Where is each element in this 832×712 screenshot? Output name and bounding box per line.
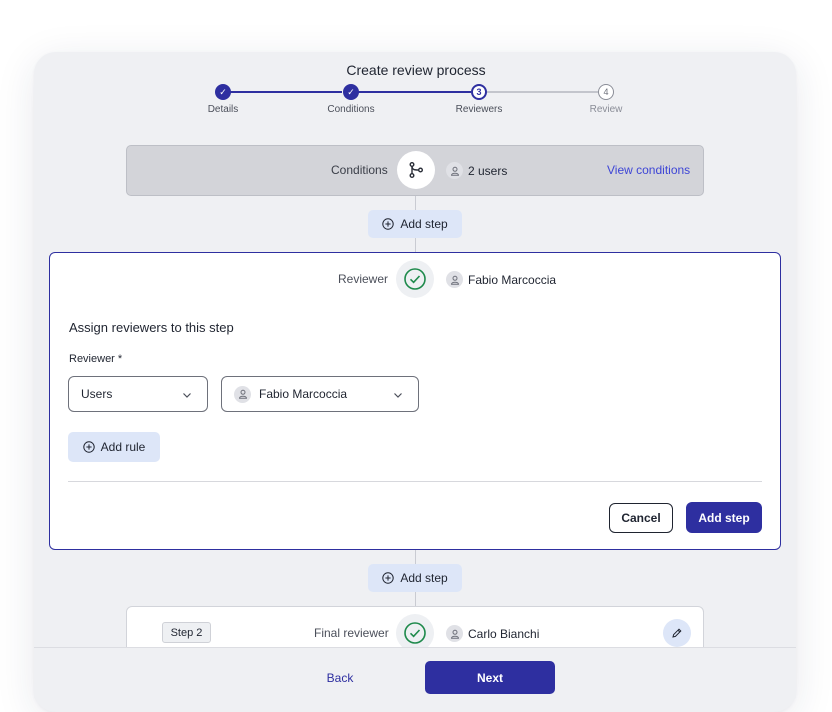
reviewer-role-label: Reviewer <box>338 272 389 286</box>
conditions-label: Conditions <box>331 163 388 177</box>
assigned-reviewer: Fabio Marcoccia <box>446 271 556 288</box>
plus-circle-icon <box>382 572 395 584</box>
stepper-connector <box>230 91 342 93</box>
step-review-label: Review <box>589 104 623 115</box>
reviewer-person-value: Fabio Marcoccia <box>259 387 348 401</box>
step-details-marker[interactable]: ✓ <box>215 84 231 100</box>
step-conditions-label[interactable]: Conditions <box>306 104 396 115</box>
step-badge: Step 2 <box>162 622 211 643</box>
step-review-marker: 4 <box>598 84 614 100</box>
stepper-connector <box>358 91 471 93</box>
chevron-down-icon <box>394 393 402 398</box>
final-reviewer-label: Final reviewer <box>314 626 389 640</box>
branch-icon <box>397 151 435 189</box>
reviewer-person-select[interactable]: Fabio Marcoccia <box>221 376 419 412</box>
step-details-label[interactable]: Details <box>178 104 268 115</box>
flow-connector <box>415 238 416 252</box>
step-conditions-marker[interactable]: ✓ <box>343 84 359 100</box>
add-step-label: Add step <box>400 571 448 585</box>
add-step-button[interactable]: Add step <box>368 210 462 238</box>
modal-footer <box>34 647 796 698</box>
assign-reviewers-heading: Assign reviewers to this step <box>69 320 234 335</box>
user-icon <box>446 162 463 179</box>
chevron-down-icon <box>183 393 191 398</box>
plus-circle-icon <box>382 218 395 230</box>
conditions-users-count: 2 users <box>468 163 508 178</box>
divider <box>68 481 762 482</box>
flow-connector <box>415 550 416 564</box>
reviewer-type-select[interactable]: Users <box>68 376 208 412</box>
assigned-reviewer-name: Fabio Marcoccia <box>468 272 557 287</box>
back-button[interactable]: Back <box>312 664 368 692</box>
plus-circle-icon <box>82 441 95 453</box>
check-circle-icon <box>396 260 434 298</box>
user-icon <box>446 625 463 642</box>
add-step-button[interactable]: Add step <box>368 564 462 592</box>
add-rule-label: Add rule <box>100 440 146 454</box>
reviewer-field-label: Reviewer * <box>69 353 123 365</box>
conditions-users: 2 users <box>446 162 507 179</box>
user-icon <box>234 385 251 403</box>
flow-connector <box>415 592 416 606</box>
edit-step-button[interactable] <box>663 619 691 647</box>
add-step-label: Add step <box>400 217 448 231</box>
next-button[interactable]: Next <box>425 661 555 694</box>
stepper-connector <box>487 91 598 93</box>
step-reviewers-marker[interactable]: 3 <box>471 84 487 100</box>
cancel-button[interactable]: Cancel <box>609 503 673 533</box>
view-conditions-link[interactable]: View conditions <box>607 163 690 177</box>
add-rule-button[interactable]: Add rule <box>68 432 160 462</box>
pencil-icon <box>672 628 682 638</box>
page-title: Create review process <box>346 62 486 78</box>
final-reviewer-name: Carlo Bianchi <box>468 626 540 641</box>
final-reviewer: Carlo Bianchi <box>446 625 539 642</box>
step-reviewers-label[interactable]: Reviewers <box>434 104 524 115</box>
user-icon <box>446 271 463 288</box>
flow-connector <box>415 196 416 210</box>
submit-add-step-button[interactable]: Add step <box>686 502 762 533</box>
reviewer-type-value: Users <box>81 387 113 401</box>
